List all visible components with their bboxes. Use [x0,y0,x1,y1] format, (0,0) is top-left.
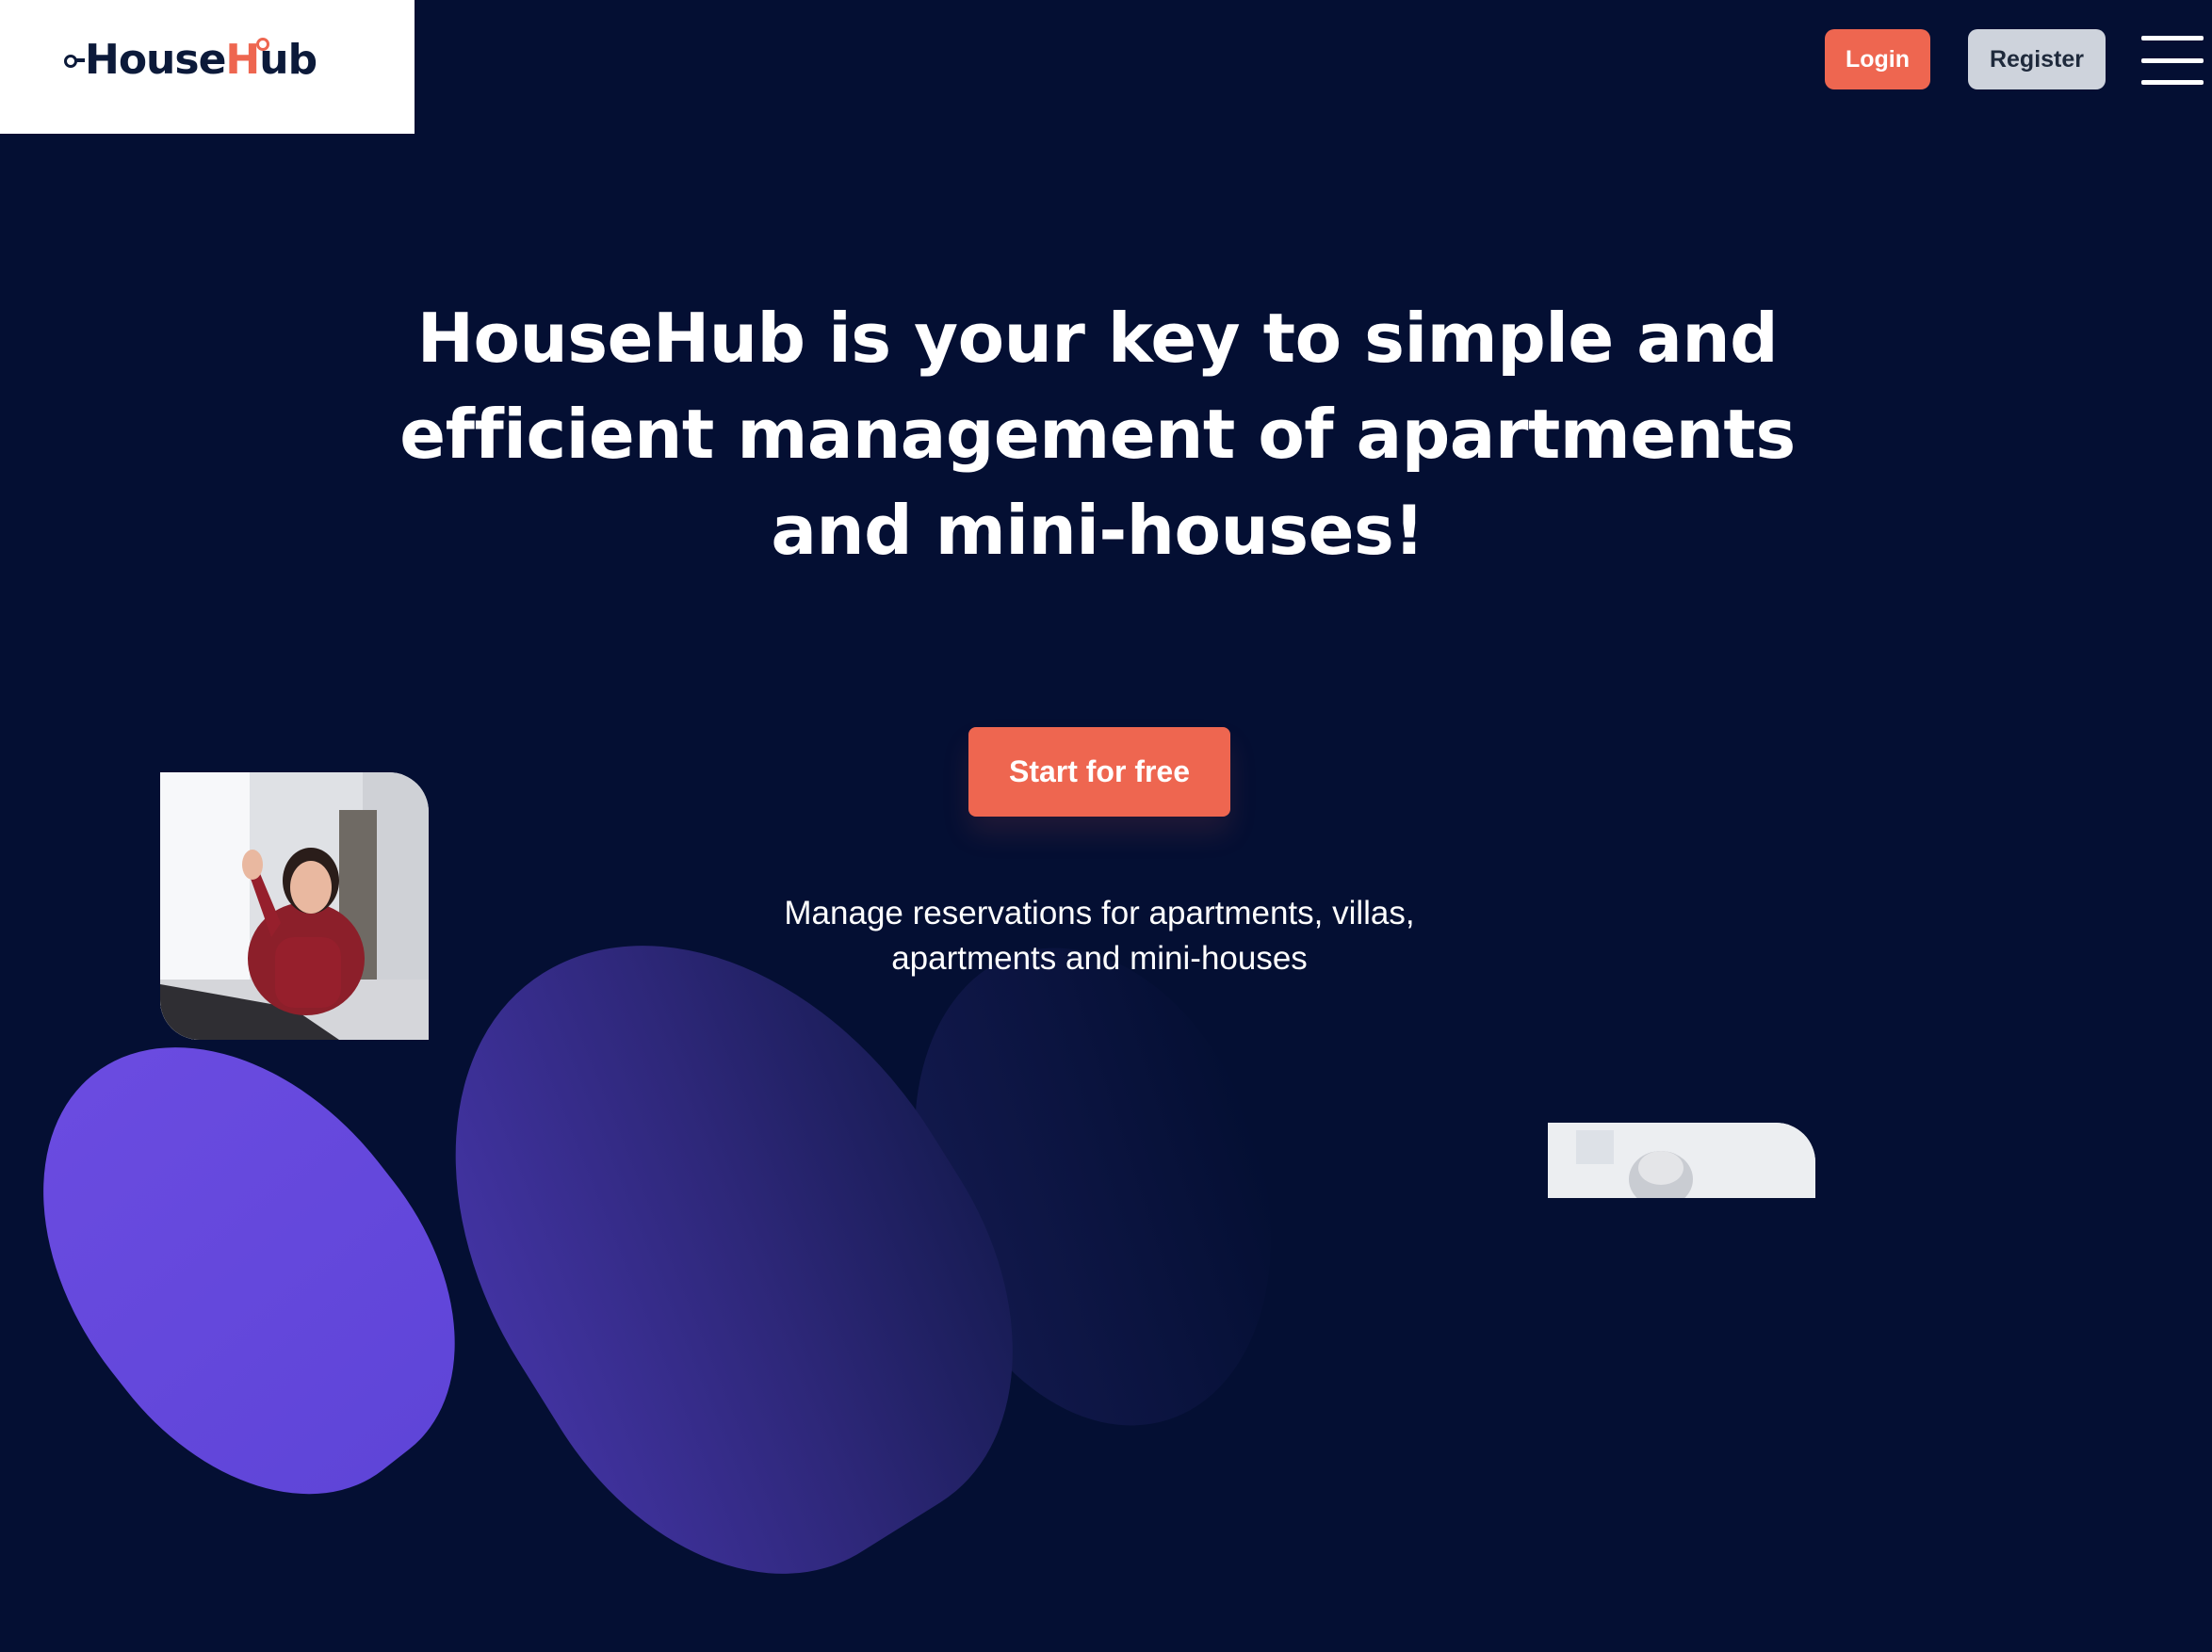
hero-title: HouseHub is your key to simple and effic… [399,299,1796,570]
pin-icon [256,38,269,51]
hero-subtitle: Manage reservations for apartments, vill… [784,895,1415,977]
logo-container[interactable]: HouseHub [0,0,415,134]
hamburger-line [2141,36,2204,40]
logo-wordmark: HouseHub [85,38,317,81]
logo-text-prefix: House [85,36,226,84]
hamburger-icon[interactable] [2141,36,2204,85]
login-button[interactable]: Login [1825,29,1930,89]
elderly-person-illustration [1548,1123,1815,1198]
register-button[interactable]: Register [1968,29,2106,89]
start-for-free-button[interactable]: Start for free [968,727,1230,817]
woman-waving-illustration [160,772,429,1040]
decorative-shape-left [0,969,529,1564]
elderly-person-photo [1548,1123,1815,1198]
woman-waving-photo [160,772,429,1040]
key-icon [64,54,85,68]
logo-text-h: H [225,36,260,84]
househub-logo[interactable]: HouseHub [64,32,317,89]
hamburger-line [2141,57,2204,63]
hamburger-line [2141,80,2204,85]
